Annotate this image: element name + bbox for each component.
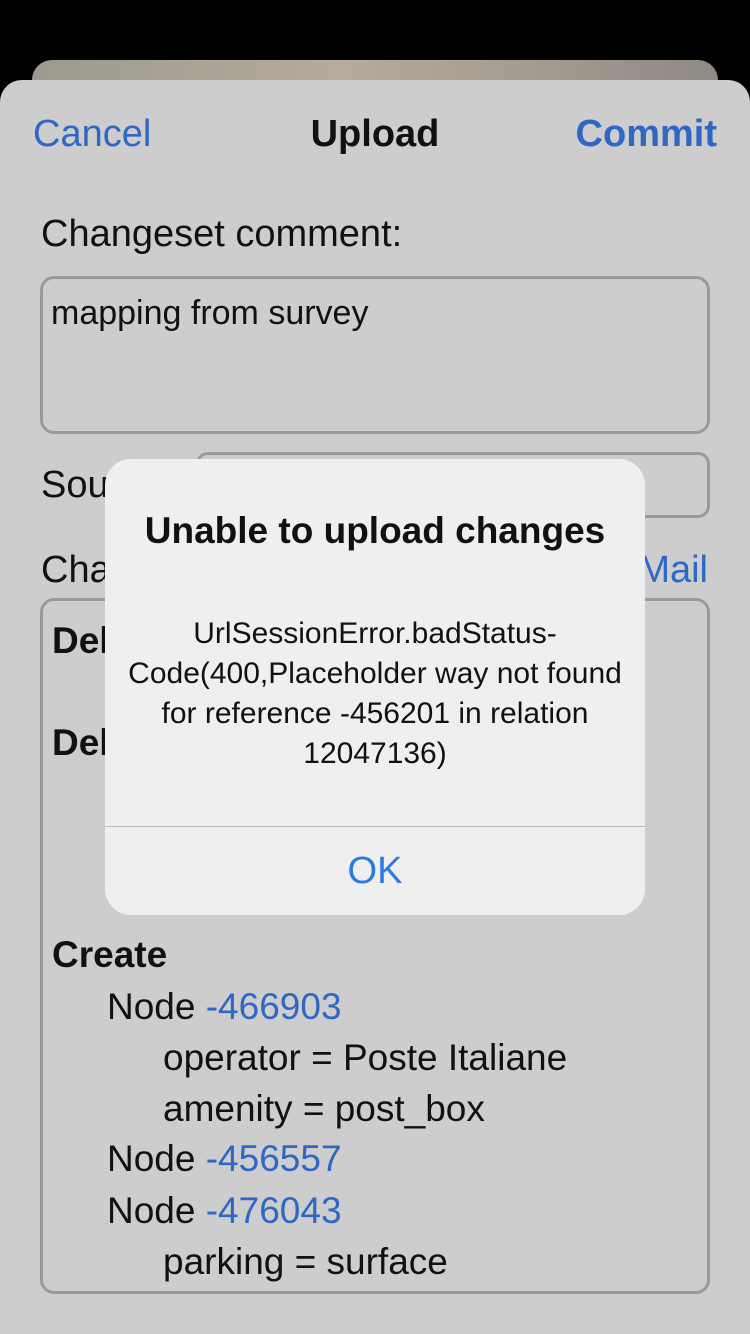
changes-heading-create: Create [52,934,168,975]
changeset-comment-field[interactable] [40,276,710,434]
source-label: Sou [41,464,109,506]
node-label: Node [107,1138,196,1179]
changes-label: Cha [41,549,111,591]
node-id-link[interactable]: -456557 [206,1138,342,1179]
list-item: Node -476043 [107,1187,342,1235]
changeset-comment-label: Changeset comment: [41,213,403,255]
mail-button[interactable]: Mail [638,546,708,594]
error-alert: Unable to upload changes UrlSessionError… [105,459,645,915]
node-label: Node [107,1190,196,1231]
node-id-link[interactable]: -476043 [206,1190,342,1231]
commit-button[interactable]: Commit [576,110,717,158]
alert-message: UrlSessionError.badStatus-Code(400,Place… [128,617,622,770]
nav-bar: Cancel Upload Commit [0,80,750,188]
list-item: Node -456557 [107,1135,342,1183]
list-item: parking = surface [163,1241,448,1282]
alert-title: Unable to upload changes [144,510,606,551]
upload-screen: Cancel Upload Commit Changeset comment: … [0,0,750,1334]
ok-button[interactable]: OK [105,827,645,915]
list-item: amenity = post_box [163,1088,485,1129]
node-label: Node [107,986,196,1027]
list-item: operator = Poste Italiane [163,1037,568,1078]
changes-heading-delete: Del [52,620,110,661]
changes-heading-delete: Del [52,722,110,763]
list-item: Node -466903 [107,983,342,1031]
node-id-link[interactable]: -466903 [206,986,342,1027]
